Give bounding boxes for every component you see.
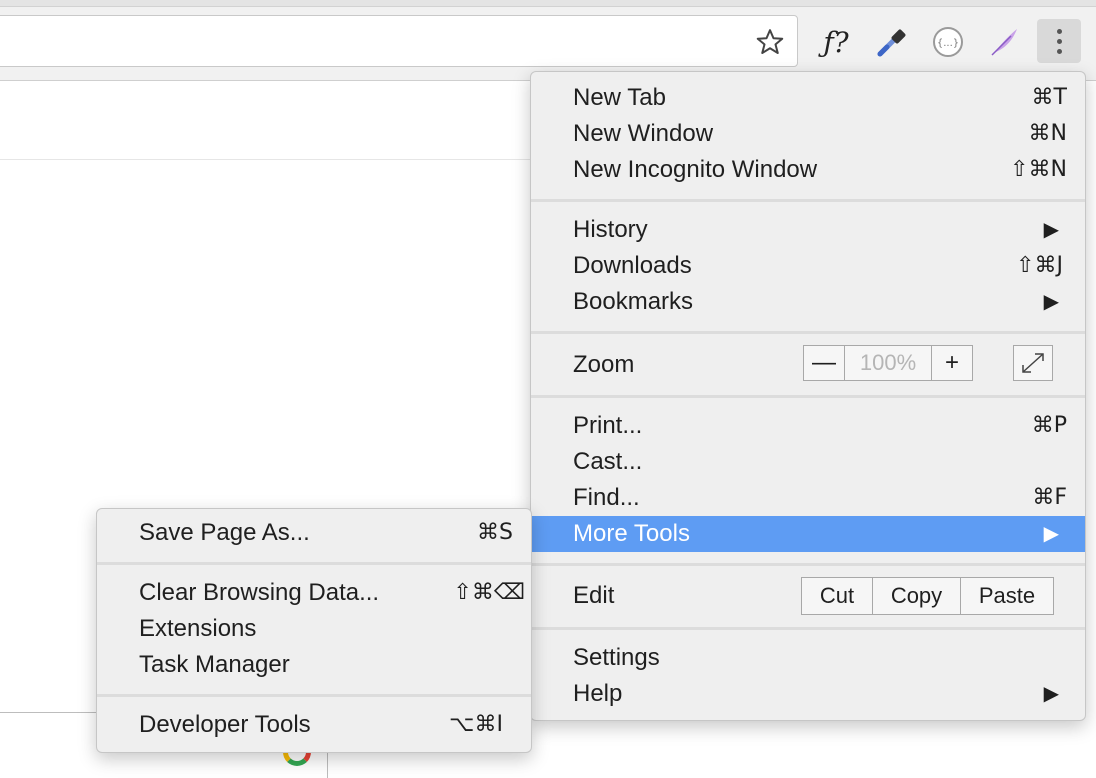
menu-label: Edit xyxy=(573,582,615,609)
menu-label: Find... xyxy=(573,484,640,511)
menu-separator xyxy=(531,199,1085,202)
menu-label: New Window xyxy=(573,120,714,147)
menu-separator xyxy=(531,395,1085,398)
submenu-arrow-icon: ▶ xyxy=(1043,219,1059,241)
menu-item-downloads[interactable]: Downloads ⇧⌘J xyxy=(531,248,1085,284)
menu-item-settings[interactable]: Settings xyxy=(531,640,1085,676)
json-icon[interactable]: {...} xyxy=(930,22,966,62)
menu-separator xyxy=(531,627,1085,630)
zoom-out-button[interactable]: — xyxy=(804,346,845,380)
quill-icon[interactable] xyxy=(986,22,1022,62)
paste-button[interactable]: Paste xyxy=(961,578,1053,614)
kebab-menu-icon[interactable] xyxy=(1037,19,1081,63)
menu-item-help[interactable]: Help ▶ xyxy=(531,676,1085,712)
menu-item-history[interactable]: History ▶ xyxy=(531,212,1085,248)
menu-item-new-incognito[interactable]: New Incognito Window ⇧⌘N xyxy=(531,152,1085,188)
svg-text:{...}: {...} xyxy=(937,38,959,49)
menu-label: Developer Tools xyxy=(139,711,311,738)
more-tools-submenu: Save Page As... ⌘S Clear Browsing Data..… xyxy=(96,508,532,753)
fullscreen-button[interactable] xyxy=(1013,345,1053,381)
menu-item-developer-tools[interactable]: Developer Tools ⌥⌘I xyxy=(97,707,531,743)
menu-separator xyxy=(531,563,1085,566)
star-icon[interactable] xyxy=(755,27,785,57)
shortcut-label: ⌘N xyxy=(1028,121,1067,146)
zoom-control: — 100% + xyxy=(803,345,973,381)
menu-label: Help xyxy=(573,680,623,707)
zoom-level: 100% xyxy=(845,346,932,380)
menu-item-cast[interactable]: Cast... xyxy=(531,444,1085,480)
shortcut-label: ⇧⌘⌫ xyxy=(453,580,525,605)
menu-item-save-page-as[interactable]: Save Page As... ⌘S xyxy=(97,515,531,551)
menu-item-extensions[interactable]: Extensions xyxy=(97,611,531,647)
menu-separator xyxy=(97,694,531,697)
menu-label: Task Manager xyxy=(139,651,290,678)
menu-label: New Incognito Window xyxy=(573,156,818,183)
shortcut-label: ⌘F xyxy=(1032,485,1067,510)
tab-strip-edge xyxy=(0,0,1096,7)
address-bar[interactable] xyxy=(0,15,798,67)
font-finder-label: ƒ? xyxy=(823,25,849,59)
chrome-main-menu: New Tab ⌘T New Window ⌘N New Incognito W… xyxy=(530,71,1086,721)
page-divider xyxy=(0,159,540,160)
shortcut-label: ⌘P xyxy=(1031,413,1067,438)
browser-toolbar: ƒ? {...} xyxy=(0,0,1096,81)
menu-label: Clear Browsing Data... xyxy=(139,579,380,606)
menu-item-clear-browsing-data[interactable]: Clear Browsing Data... ⇧⌘⌫ xyxy=(97,575,531,611)
eyedropper-icon[interactable] xyxy=(874,22,910,62)
menu-label: Extensions xyxy=(139,615,257,642)
font-finder-extension-icon[interactable]: ƒ? xyxy=(818,22,854,62)
menu-label: History xyxy=(573,216,648,243)
copy-button[interactable]: Copy xyxy=(873,578,961,614)
cut-button[interactable]: Cut xyxy=(802,578,873,614)
menu-item-new-tab[interactable]: New Tab ⌘T xyxy=(531,80,1085,116)
shortcut-label: ⌥⌘I xyxy=(449,712,503,737)
fullscreen-icon xyxy=(1022,353,1044,373)
menu-label: Cast... xyxy=(573,448,643,475)
menu-item-print[interactable]: Print... ⌘P xyxy=(531,408,1085,444)
menu-separator xyxy=(531,331,1085,334)
submenu-arrow-icon: ▶ xyxy=(1043,683,1059,705)
menu-label: Print... xyxy=(573,412,643,439)
zoom-in-button[interactable]: + xyxy=(932,346,972,380)
menu-label: New Tab xyxy=(573,84,666,111)
menu-label: Downloads xyxy=(573,252,692,279)
submenu-arrow-icon: ▶ xyxy=(1043,523,1059,545)
shortcut-label: ⇧⌘J xyxy=(1016,253,1063,278)
shortcut-label: ⇧⌘N xyxy=(1010,157,1067,182)
menu-label: Save Page As... xyxy=(139,519,310,546)
shortcut-label: ⌘T xyxy=(1031,85,1067,110)
menu-label: Zoom xyxy=(573,351,635,378)
edit-button-group: Cut Copy Paste xyxy=(801,577,1054,615)
menu-separator xyxy=(97,562,531,565)
submenu-arrow-icon: ▶ xyxy=(1043,291,1059,313)
menu-label: Settings xyxy=(573,644,660,671)
menu-label: Bookmarks xyxy=(573,288,694,315)
menu-item-find[interactable]: Find... ⌘F xyxy=(531,480,1085,516)
menu-item-new-window[interactable]: New Window ⌘N xyxy=(531,116,1085,152)
shortcut-label: ⌘S xyxy=(477,520,513,545)
menu-item-bookmarks[interactable]: Bookmarks ▶ xyxy=(531,284,1085,320)
menu-label: More Tools xyxy=(573,520,690,547)
menu-item-task-manager[interactable]: Task Manager xyxy=(97,647,531,683)
menu-item-more-tools[interactable]: More Tools ▶ xyxy=(531,516,1085,552)
